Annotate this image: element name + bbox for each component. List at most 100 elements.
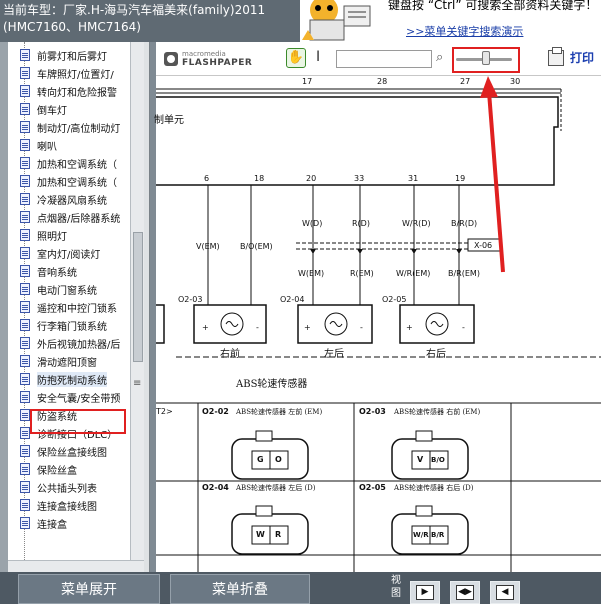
sensor-position: 右前 (220, 349, 240, 360)
tree-horizontal-scrollbar[interactable] (8, 560, 144, 572)
tree-item[interactable]: 加热和空调系统（ (8, 172, 130, 190)
wire-color: V(EM) (196, 242, 220, 251)
arrow-left-icon: ◀ (496, 585, 514, 600)
tree-item[interactable]: 电动门窗系统 (8, 280, 130, 298)
sensor-id: O2-04 (280, 295, 305, 304)
wire-color: W/R(EM) (396, 269, 431, 278)
plus-terminal: + (304, 323, 311, 332)
document-icon (20, 157, 30, 169)
mascot-icon (300, 0, 380, 42)
tree-item[interactable]: 滑动遮阳顶窗 (8, 352, 130, 370)
tree-item[interactable]: 制动灯/高位制动灯 (8, 118, 130, 136)
tree-item[interactable]: 加热和空调系统（ (8, 154, 130, 172)
app-header: 当前车型：厂家.H-海马汽车福美来(family)2011 (HMC7160、H… (0, 0, 601, 42)
tree-item-label: 音响系统 (37, 267, 77, 279)
plus-terminal: + (406, 323, 413, 332)
tree-item[interactable]: 音响系统 (8, 262, 130, 280)
menu-tree-panel: 前雾灯和后雾灯 车牌照灯/位置灯/转向灯和危险报警 倒车灯 制动灯/高位制动灯 喇叭 加热… (0, 42, 150, 572)
diagram-caption: ABS轮速传感器 (236, 379, 308, 390)
document-icon (20, 373, 30, 385)
tree-item[interactable]: 室内灯/阅读灯 (8, 244, 130, 262)
tree-item-label: 外后视镜加热器/后 (37, 339, 121, 351)
vehicle-info: 当前车型：厂家.H-海马汽车福美来(family)2011 (HMC7160、H… (0, 0, 300, 42)
sensor-position: 左后 (324, 349, 344, 360)
document-icon (20, 337, 30, 349)
view-prev-button[interactable]: ◀ (490, 581, 520, 604)
tree-item-label: 点烟器/后除器系统 (37, 213, 121, 225)
tree-item-label: 室内灯/阅读灯 (37, 249, 101, 261)
tree-item[interactable]: 照明灯 (8, 226, 130, 244)
collapse-menu-button[interactable]: 菜单折叠 (170, 574, 310, 604)
flashpaper-logo: macromedia FLASHPAPER (164, 50, 252, 68)
tree-item-label: 转向灯和危险报警 (37, 87, 117, 99)
view-split-button[interactable]: ◀▶ (450, 581, 480, 604)
document-icon (20, 247, 30, 259)
tree-item-label: 倒车灯 (37, 105, 67, 117)
tree-item-label: 加热和空调系统（ (37, 177, 117, 189)
tree-gutter (0, 42, 8, 572)
connector-desc: ABS轮速传感器 右前 (EM) (394, 408, 481, 416)
ecu-pin: 30 (510, 77, 521, 86)
tree-item[interactable]: 保险丝盒接线图 (8, 442, 130, 460)
wire-pin: 19 (455, 174, 466, 183)
tree-item[interactable]: 遥控和中控门锁系 (8, 298, 130, 316)
scrollbar-thumb[interactable] (133, 232, 143, 362)
tree-item[interactable]: 连接盒接线图 (8, 496, 130, 514)
connector-desc: ABS轮速传感器 右后 (D) (394, 484, 474, 492)
document-icon (20, 193, 30, 205)
search-demo-link[interactable]: >>菜单关键字搜索演示 (406, 23, 523, 39)
document-icon (20, 85, 30, 97)
wire-color: W(D) (302, 219, 323, 228)
tree-item[interactable]: 前雾灯和后雾灯 (8, 46, 130, 64)
tree-item[interactable]: 喇叭 (8, 136, 130, 154)
tree-item-label: 滑动遮阳顶窗 (37, 357, 97, 369)
tree-item[interactable]: 保险丝盒 (8, 460, 130, 478)
document-icon (20, 355, 30, 367)
document-icon (20, 427, 30, 439)
text-select-icon[interactable]: I (316, 49, 320, 65)
tree-item[interactable]: 转向灯和危险报警 (8, 82, 130, 100)
pin-label: B/R (431, 531, 445, 539)
view-label: 视图 (391, 575, 401, 599)
tree-vertical-scrollbar[interactable]: ≡ (130, 42, 144, 560)
print-button[interactable]: 打印 (570, 49, 594, 66)
find-icon[interactable]: ⌕ (436, 50, 443, 65)
pin-label: O (275, 455, 282, 464)
menu-tree: 前雾灯和后雾灯 车牌照灯/位置灯/转向灯和危险报警 倒车灯 制动灯/高位制动灯 喇叭 加热… (8, 42, 130, 560)
tree-item-label: 前雾灯和后雾灯 (37, 51, 107, 63)
document-icon (20, 409, 30, 421)
tree-item[interactable]: 防抱死制动系统 (8, 370, 130, 388)
tree-item[interactable]: 连接盒 (8, 514, 130, 532)
document-icon (20, 229, 30, 241)
tree-item[interactable]: 点烟器/后除器系统 (8, 208, 130, 226)
find-input[interactable] (336, 50, 432, 68)
tree-item[interactable]: 安全气囊/安全带预 (8, 388, 130, 406)
vehicle-line-1: 当前车型：厂家.H-海马汽车福美来(family)2011 (3, 3, 266, 17)
tree-item[interactable]: 外后视镜加热器/后 (8, 334, 130, 352)
vehicle-line-2: (HMC7160、HMC7164) (3, 20, 141, 34)
ecu-pin: 27 (460, 77, 471, 86)
zoom-annotation-box (452, 47, 520, 73)
minus-terminal: - (360, 323, 363, 332)
macromedia-logo-icon (164, 52, 178, 66)
tree-item-label: 行李箱门锁系统 (37, 321, 107, 333)
tree-item[interactable]: 倒车灯 (8, 100, 130, 118)
hand-tool-icon[interactable]: ✋ (286, 48, 306, 68)
sensor-id: O2-05 (382, 295, 407, 304)
view-next-button[interactable]: ▶ (410, 581, 440, 604)
tree-item-label: 公共插头列表 (37, 483, 97, 495)
pin-label: G (257, 455, 264, 464)
tree-item[interactable]: 车牌照灯/位置灯/ (8, 64, 130, 82)
tree-item[interactable]: 冷凝器风扇系统 (8, 190, 130, 208)
pin-label: V (417, 455, 424, 464)
tree-item[interactable]: 行李箱门锁系统 (8, 316, 130, 334)
minus-terminal: - (256, 323, 259, 332)
wire-pin: 6 (204, 174, 210, 183)
expand-menu-button[interactable]: 菜单展开 (18, 574, 160, 604)
tree-item[interactable]: 公共插头列表 (8, 478, 130, 496)
selection-annotation-box (30, 409, 126, 434)
printer-icon[interactable] (548, 47, 564, 66)
document-icon (20, 391, 30, 403)
tree-item-label: 连接盒 (37, 519, 67, 531)
tree-item-label: 保险丝盒 (37, 465, 77, 477)
